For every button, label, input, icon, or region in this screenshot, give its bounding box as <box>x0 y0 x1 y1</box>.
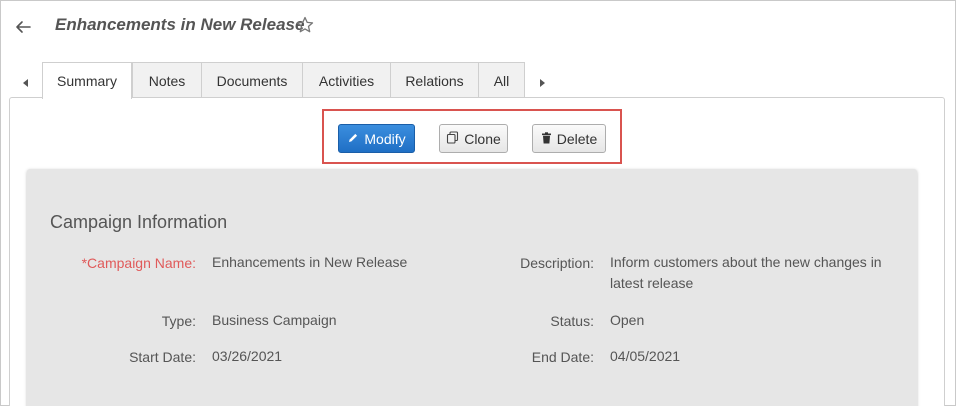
tab-documents[interactable]: Documents <box>201 62 303 98</box>
record-header: Enhancements in New Release <box>0 0 956 60</box>
page-title: Enhancements in New Release <box>55 15 305 34</box>
delete-button[interactable]: Delete <box>532 124 606 153</box>
tab-scroll-left-icon[interactable] <box>22 75 30 87</box>
tab-all[interactable]: All <box>478 62 525 98</box>
tab-bar: Summary Notes Documents Activities Relat… <box>0 62 956 99</box>
tab-notes[interactable]: Notes <box>132 62 202 98</box>
status-label: Status: <box>550 313 594 329</box>
status-value: Open <box>610 312 645 328</box>
tab-summary[interactable]: Summary <box>42 62 132 99</box>
end-date-label: End Date: <box>531 349 594 365</box>
description-value: Inform customers about the new changes i… <box>610 254 882 291</box>
start-date-label: Start Date: <box>129 349 196 365</box>
tab-activities[interactable]: Activities <box>302 62 391 98</box>
type-value: Business Campaign <box>212 312 337 328</box>
modify-button-label: Modify <box>364 130 406 147</box>
clone-button-label: Clone <box>464 130 501 147</box>
tab-scroll-right-icon[interactable] <box>538 75 546 87</box>
end-date-value: 04/05/2021 <box>610 348 681 364</box>
copy-icon <box>446 130 459 147</box>
pencil-icon <box>347 131 359 147</box>
tab-relations[interactable]: Relations <box>390 62 479 98</box>
description-label: Description: <box>520 255 594 271</box>
modify-button[interactable]: Modify <box>338 124 415 153</box>
campaign-name-label: *Campaign Name: <box>81 255 196 271</box>
favorite-star-icon[interactable] <box>296 16 314 34</box>
trash-icon <box>541 131 552 147</box>
campaign-name-value: Enhancements in New Release <box>212 254 408 270</box>
type-label: Type: <box>161 313 196 329</box>
clone-button[interactable]: Clone <box>439 124 508 153</box>
back-arrow-icon[interactable] <box>14 17 32 37</box>
start-date-value: 03/26/2021 <box>212 348 283 364</box>
section-title: Campaign Information <box>50 212 228 232</box>
delete-button-label: Delete <box>556 130 598 147</box>
